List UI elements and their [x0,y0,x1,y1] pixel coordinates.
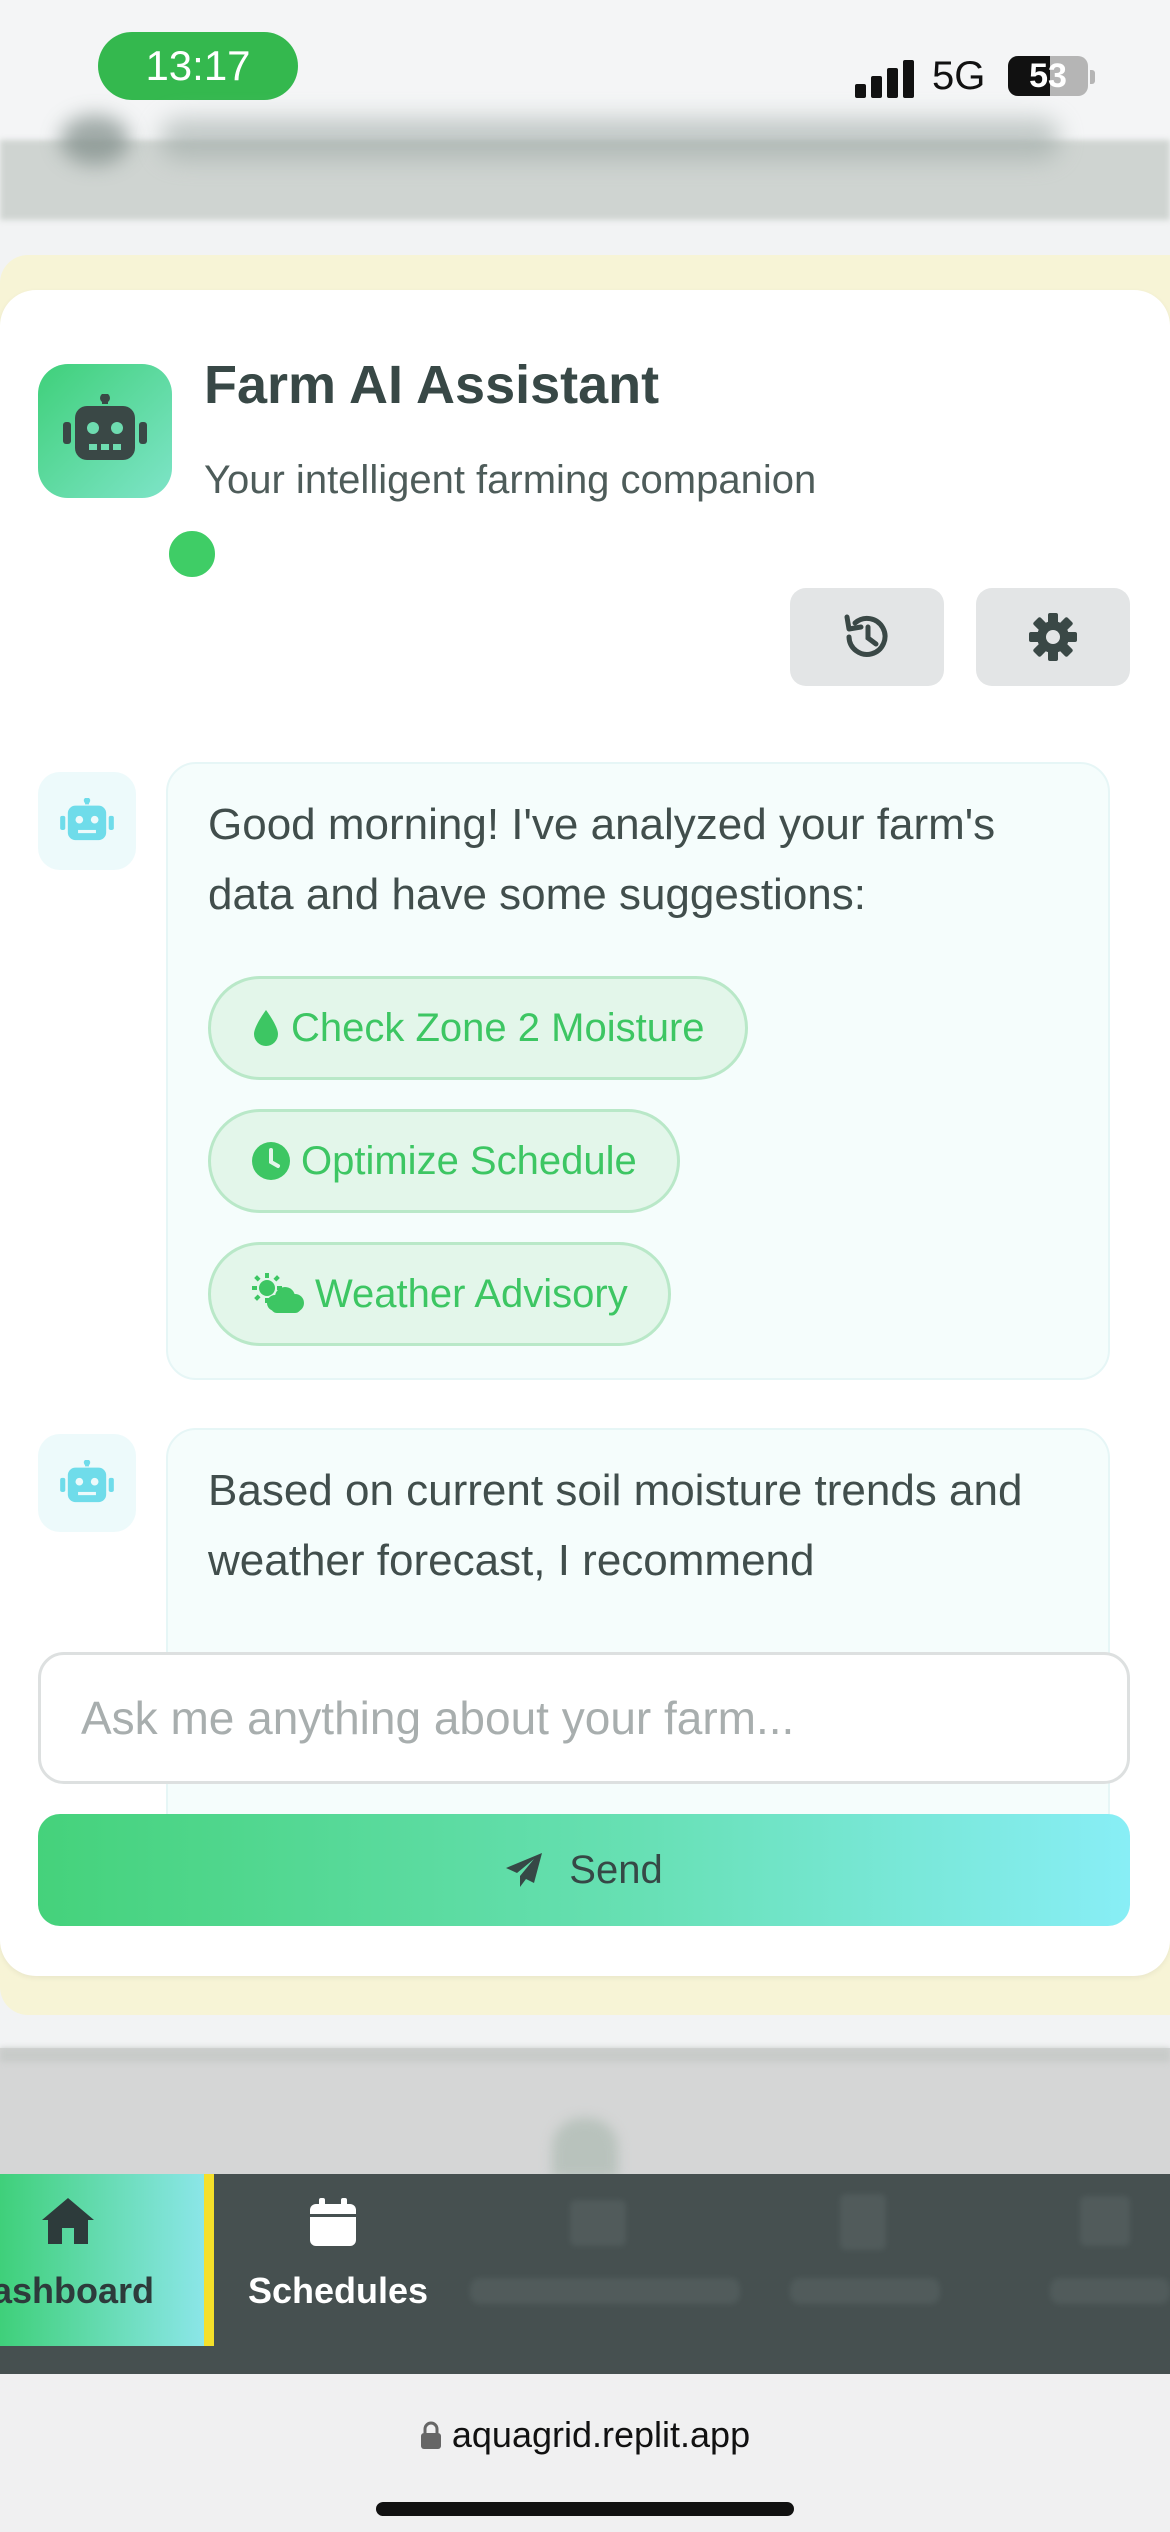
nav-item-dashboard[interactable]: ashboard [0,2174,214,2346]
robot-icon [60,1460,114,1503]
robot-icon [63,394,147,460]
gear-icon [1029,613,1077,661]
online-status-dot [162,524,222,584]
lock-icon [420,2421,441,2449]
nav-item-label: Schedules [248,2270,429,2311]
nav-item-hidden-1[interactable] [470,2174,740,2346]
chip-label: Optimize Schedule [301,1138,637,1183]
background-divider [0,2048,1170,2062]
background-text [160,118,1060,160]
home-icon [42,2198,94,2244]
nav-item-label: ashboard [0,2270,155,2311]
chip-check-zone-2-moisture[interactable]: Check Zone 2 Moisture [208,976,748,1080]
browser-bar: aquagrid.replit.app [0,2374,1170,2532]
signal-icon [855,56,915,98]
battery-level: 53 [1029,57,1067,95]
robot-icon [60,798,114,841]
message-avatar [38,772,136,870]
history-icon [844,614,888,657]
droplet-icon [254,1010,278,1046]
send-button[interactable]: Send [38,1814,1130,1926]
paper-plane-icon [506,1853,543,1887]
chip-optimize-schedule[interactable]: Optimize Schedule [208,1109,680,1213]
battery-tip [1090,70,1095,84]
status-time: 13:17 [98,32,298,100]
message-avatar [38,1434,136,1532]
background-icon [60,115,130,165]
message-text: Good morning! I've analyzed your farm's … [208,800,996,919]
settings-button[interactable] [976,588,1130,686]
assistant-title: Farm AI Assistant [204,355,660,415]
home-indicator[interactable] [376,2502,794,2516]
chip-label: Check Zone 2 Moisture [291,1005,705,1050]
network-type: 5G [932,54,986,98]
battery-icon: 53 [1008,56,1088,96]
nav-item-schedules[interactable]: Schedules [218,2174,448,2346]
assistant-avatar [38,364,222,584]
ai-assistant-card: Farm AI Assistant Your intelligent farmi… [0,290,1170,1976]
bottom-nav: ashboard Schedules [0,2174,1170,2374]
nav-item-hidden-3[interactable] [1050,2174,1170,2346]
sun-cloud-icon [252,1273,304,1313]
history-button[interactable] [790,588,944,686]
message-bubble: Good morning! I've analyzed your farm's … [166,762,1110,1380]
message-text: Based on current soil moisture trends an… [208,1466,1023,1585]
nav-item-hidden-2[interactable] [790,2174,940,2346]
chat-input[interactable] [38,1652,1130,1784]
assistant-subtitle: Your intelligent farming companion [204,458,817,502]
background-icon-bottom [552,2118,618,2178]
calendar-icon [310,2198,356,2246]
send-label: Send [569,1847,663,1892]
clock-icon [252,1142,290,1180]
chip-weather-advisory[interactable]: Weather Advisory [208,1242,671,1346]
url-text: aquagrid.replit.app [451,2414,751,2455]
chip-label: Weather Advisory [315,1271,628,1316]
url-bar[interactable]: aquagrid.replit.app [0,2414,1170,2456]
